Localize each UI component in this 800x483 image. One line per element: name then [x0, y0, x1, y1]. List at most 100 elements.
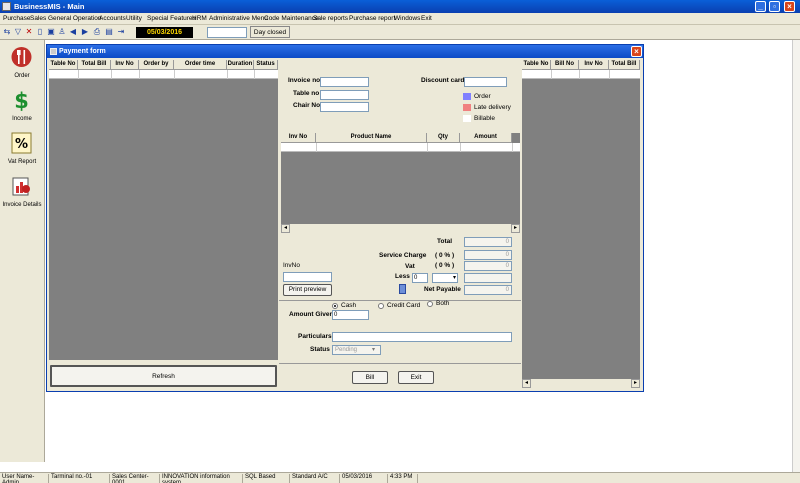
back-icon[interactable]: ◀	[68, 27, 78, 37]
menu-utility[interactable]: Utility	[126, 15, 142, 22]
col-duration[interactable]: Duration	[227, 60, 254, 70]
col-order-by[interactable]: Order by	[139, 60, 174, 70]
product-grid[interactable]: Inv No Product Name Qty Amount ◂ ▸	[281, 133, 520, 233]
status-label: Status	[310, 346, 330, 353]
menu-exit[interactable]: Exit	[421, 15, 432, 22]
user-icon[interactable]: ♙	[57, 27, 67, 37]
amount-given-label: Amount Given	[289, 311, 334, 318]
menu-purchase[interactable]: Purchase	[3, 15, 30, 22]
col-product-inv-no[interactable]: Inv No	[281, 133, 316, 143]
service-charge-label: Service Charge	[379, 252, 427, 259]
table-no-input[interactable]	[320, 90, 369, 100]
main-window-title: BusinessMIS - Main	[14, 2, 85, 11]
cash-radio[interactable]	[332, 303, 338, 309]
table-row[interactable]	[49, 70, 278, 79]
menu-code-maintenance[interactable]: Code Maintenance	[264, 15, 319, 22]
col-right-inv-no[interactable]: Inv No	[579, 60, 609, 70]
table-row[interactable]	[281, 143, 520, 152]
status-terminal: Tarminal no.-01	[49, 474, 110, 483]
new-file-icon[interactable]: ▯	[35, 27, 45, 37]
minimize-icon[interactable]: _	[755, 1, 766, 12]
col-product-name[interactable]: Product Name	[316, 133, 427, 143]
credit-card-label: Credit Card	[387, 302, 421, 309]
scroll-right-icon[interactable]: ▸	[631, 379, 640, 388]
action-bar: Bill Exit	[279, 363, 521, 389]
print-icon[interactable]: ⎙	[92, 27, 102, 37]
fork-knife-icon	[11, 47, 32, 67]
credit-card-radio[interactable]	[378, 303, 384, 309]
toolbar-input[interactable]	[207, 27, 247, 38]
col-right-total-bill[interactable]: Total Bill	[609, 60, 640, 70]
print-preview-button[interactable]: Print preview	[283, 284, 332, 296]
col-order-time[interactable]: Order time	[174, 60, 227, 70]
restore-icon[interactable]: ▫	[769, 1, 780, 12]
amount-given-input[interactable]: 0	[332, 310, 369, 320]
payment-form-window: Payment form × Table No Total Bill Inv N…	[46, 44, 644, 392]
table-no-label: Table no	[293, 90, 320, 97]
exit-button[interactable]: Exit	[398, 371, 434, 384]
close-icon[interactable]: ×	[784, 1, 795, 12]
nav-order[interactable]: Order	[1, 42, 43, 84]
col-table-no[interactable]: Table No	[49, 60, 78, 70]
menu-accounts[interactable]: Accounts	[99, 15, 126, 22]
chevron-down-icon: ▾	[452, 275, 456, 281]
less-type-select[interactable]: ▾	[432, 273, 458, 283]
forward-icon[interactable]: ▶	[80, 27, 90, 37]
billed-tables-grid[interactable]: Table No Bill No Inv No Total Bill ◂ ▸	[522, 60, 640, 388]
active-tables-grid[interactable]: Table No Total Bill Inv No Order by Orde…	[49, 60, 278, 360]
legend-order-label: Order	[474, 93, 491, 100]
col-right-bill-no[interactable]: Bill No	[551, 60, 579, 70]
table-row[interactable]	[522, 70, 640, 79]
right-grid-scrollbar[interactable]: ◂ ▸	[522, 379, 640, 388]
vat-label: Vat	[405, 263, 415, 270]
menu-special-features[interactable]: Special Features	[147, 15, 196, 22]
invoice-no-input[interactable]	[320, 77, 369, 87]
preview-icon[interactable]: ▤	[104, 27, 114, 37]
menu-purchase-report[interactable]: Purchase report	[349, 15, 395, 22]
payment-form-title: Payment form	[59, 48, 106, 55]
col-inv-no[interactable]: Inv No	[111, 60, 139, 70]
menu-administrative[interactable]: Administrative Menu	[209, 15, 268, 22]
product-scroll-right-icon[interactable]: ▸	[511, 224, 520, 233]
payment-form-close-icon[interactable]: ×	[631, 46, 642, 57]
col-qty[interactable]: Qty	[427, 133, 460, 143]
invno-input[interactable]	[283, 272, 332, 282]
svg-text:%: %	[15, 137, 28, 152]
col-status[interactable]: Status	[254, 60, 278, 70]
cash-label: Cash	[341, 302, 357, 309]
chair-no-input[interactable]	[320, 102, 369, 112]
menu-windows[interactable]: Windows	[394, 15, 420, 22]
status-user: User Name-Admin	[0, 474, 49, 483]
invoice-chart-icon	[12, 177, 30, 196]
menu-hrm[interactable]: HRM	[192, 15, 207, 22]
day-closed-button[interactable]: Day closed	[250, 26, 290, 38]
refresh-button[interactable]: Refresh	[50, 365, 277, 387]
col-right-table-no[interactable]: Table No	[522, 60, 551, 70]
menu-general-operation[interactable]: General Operation	[48, 15, 101, 22]
delete-icon[interactable]: ✕	[24, 27, 34, 37]
filter-icon[interactable]: ▽	[13, 27, 23, 37]
menu-sale-reports[interactable]: Sale reports	[313, 15, 348, 22]
invno-label: InvNo	[283, 262, 300, 269]
less-input[interactable]: 0	[412, 273, 428, 283]
menu-sales[interactable]: Sales	[30, 15, 46, 22]
toolbar-arrows-icon[interactable]: ⇆	[2, 27, 12, 37]
col-amount[interactable]: Amount	[460, 133, 512, 143]
calculator-icon[interactable]	[399, 284, 406, 294]
nav-income[interactable]: $ Income	[1, 85, 43, 127]
col-total-bill[interactable]: Total Bill	[78, 60, 111, 70]
product-scroll-left-icon[interactable]: ◂	[281, 224, 290, 233]
workspace-scrollbar[interactable]	[792, 40, 800, 472]
product-grid-scrollbar[interactable]: ◂ ▸	[281, 224, 520, 233]
particulars-input[interactable]	[332, 332, 512, 342]
nav-invoice-details[interactable]: Invoice Details	[1, 171, 43, 213]
nav-order-label: Order	[14, 73, 30, 79]
both-radio[interactable]	[427, 301, 433, 307]
scroll-left-icon[interactable]: ◂	[522, 379, 531, 388]
discount-card-input[interactable]	[464, 77, 507, 87]
save-icon[interactable]: ▣	[46, 27, 56, 37]
bill-button[interactable]: Bill	[352, 371, 388, 384]
left-nav: Order $ Income % Vat Report Invoice Deta…	[0, 40, 45, 462]
export-icon[interactable]: ⇥	[116, 27, 126, 37]
nav-vat-report[interactable]: % Vat Report	[1, 128, 43, 170]
